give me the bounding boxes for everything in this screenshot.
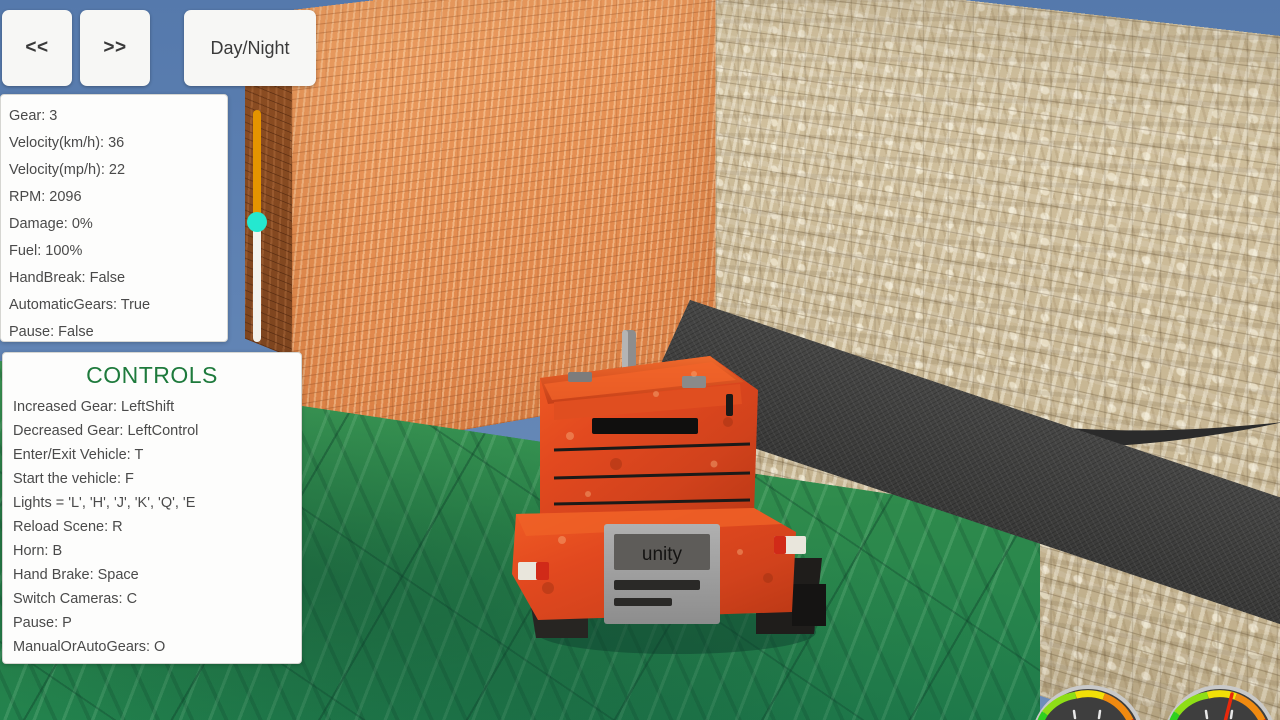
control-start-vehicle: Start the vehicle: F (13, 471, 134, 487)
stat-automatic-gears: AutomaticGears: True (9, 297, 151, 313)
stat-damage: Damage: 0% (9, 216, 93, 232)
control-enter-exit: Enter/Exit Vehicle: T (13, 447, 144, 463)
day-night-toggle-button[interactable]: Day/Night (184, 10, 316, 86)
speedometer-gauge (1035, 685, 1141, 720)
control-horn: Horn: B (13, 543, 63, 559)
game-viewport: unity << >> Day/Night Gear: 3 Velocity(k… (0, 0, 1280, 720)
stat-handbreak: HandBreak: False (9, 270, 126, 286)
stat-fuel: Fuel: 100% (9, 243, 83, 259)
control-pause: Pause: P (13, 615, 72, 631)
tachometer-gauge (1167, 685, 1273, 720)
slider-fill (253, 110, 261, 222)
control-decreased-gear: Decreased Gear: LeftControl (13, 423, 199, 439)
stat-velocity-mph: Velocity(mp/h): 22 (9, 162, 126, 178)
previous-vehicle-button[interactable]: << (2, 10, 72, 86)
stat-pause: Pause: False (9, 324, 94, 340)
vehicle-stats-panel: Gear: 3 Velocity(km/h): 36 Velocity(mp/h… (0, 94, 228, 342)
control-switch-cameras: Switch Cameras: C (13, 591, 138, 607)
control-manual-auto-gears: ManualOrAutoGears: O (13, 639, 166, 655)
stat-gear: Gear: 3 (9, 108, 58, 124)
control-reload-scene: Reload Scene: R (13, 519, 123, 535)
control-hand-brake: Hand Brake: Space (13, 567, 139, 583)
controls-help-panel: CONTROLS Increased Gear: LeftShift Decre… (2, 352, 302, 664)
stat-rpm: RPM: 2096 (9, 189, 82, 205)
control-lights: Lights = 'L', 'H', 'J', 'K', 'Q', 'E (13, 495, 196, 511)
control-increased-gear: Increased Gear: LeftShift (13, 399, 175, 415)
slider-handle[interactable] (247, 212, 267, 232)
lights-intensity-slider[interactable] (247, 110, 267, 342)
slider-track (253, 222, 261, 342)
controls-panel-title: CONTROLS (86, 362, 218, 388)
ui-overlay: << >> Day/Night Gear: 3 Velocity(km/h): … (0, 0, 1280, 720)
stat-velocity-kmh: Velocity(km/h): 36 (9, 135, 125, 151)
next-vehicle-button[interactable]: >> (80, 10, 150, 86)
